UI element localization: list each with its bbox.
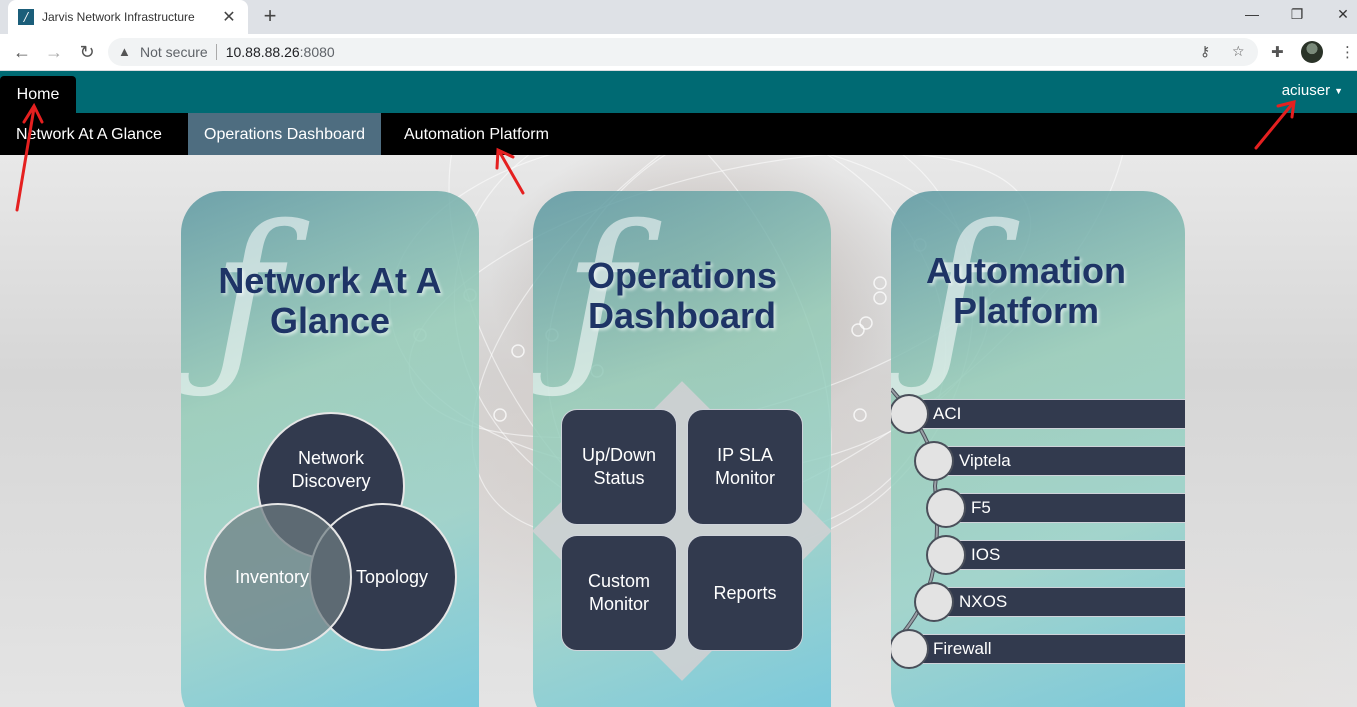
maximize-button[interactable]: ❐	[1285, 6, 1309, 23]
tile-label: Monitor	[588, 594, 649, 614]
tile-ip-sla-monitor[interactable]: IP SLA Monitor	[687, 409, 803, 525]
automation-item-f5[interactable]: F5	[946, 493, 1185, 523]
nav-operations-dashboard[interactable]: Operations Dashboard	[188, 113, 381, 155]
title-line-2: Platform	[952, 290, 1100, 331]
tile-label: IP SLA	[717, 445, 773, 465]
tile-label: Reports	[713, 582, 777, 603]
app-header	[0, 71, 1357, 113]
card-automation-platform[interactable]: ƒ Automation Platform ACI Viptela F5 IOS…	[891, 191, 1185, 707]
tab-close-icon[interactable]: ✕	[220, 7, 238, 27]
title-line-1: Automation	[926, 250, 1126, 291]
automation-item-viptela[interactable]: Viptela	[934, 446, 1185, 476]
card-network-at-a-glance[interactable]: ƒ Network At A Glance Network Discovery …	[181, 191, 479, 707]
profile-avatar[interactable]	[1301, 41, 1323, 63]
tile-label: Status	[593, 468, 645, 488]
bullet-circle-icon	[914, 582, 954, 622]
user-name: aciuser	[1281, 82, 1331, 99]
close-window-button[interactable]: ✕	[1331, 6, 1355, 23]
title-line-2: Glance	[269, 300, 391, 341]
minimize-button[interactable]: —	[1240, 6, 1264, 22]
star-icon[interactable]: ☆	[1232, 43, 1245, 60]
venn-label: Topology	[355, 566, 429, 587]
automation-item-aci[interactable]: ACI	[909, 399, 1185, 429]
forward-arrow-icon[interactable]: →	[42, 40, 66, 64]
venn-label: Inventory	[234, 566, 310, 587]
automation-item-firewall[interactable]: Firewall	[909, 634, 1185, 664]
card-title-operations: Operations Dashboard	[533, 256, 831, 336]
title-line-1: Network At A	[218, 260, 442, 301]
card-title-network: Network At A Glance	[181, 261, 479, 341]
more-icon[interactable]: ⋮	[1340, 43, 1355, 61]
back-arrow-icon[interactable]: ←	[10, 40, 34, 64]
app-nav-bar: Network At A Glance Operations Dashboard…	[0, 113, 1357, 155]
browser-toolbar: ← → ↻ ▲ Not secure 10.88.88.26:8080 ⚷ ☆ …	[0, 34, 1357, 71]
nav-network-at-a-glance[interactable]: Network At A Glance	[0, 113, 178, 155]
reload-icon[interactable]: ↻	[75, 40, 99, 64]
automation-item-label: Viptela	[959, 451, 1011, 470]
jarvis-favicon-icon: /	[18, 9, 34, 25]
tile-label: Custom	[587, 571, 650, 591]
bullet-circle-icon	[926, 488, 966, 528]
url-host: 10.88.88.26	[225, 44, 300, 60]
key-icon[interactable]: ⚷	[1200, 43, 1210, 60]
automation-item-label: Firewall	[933, 639, 992, 658]
browser-tab-strip: / Jarvis Network Infrastructure ✕ + — ❐ …	[0, 0, 1357, 34]
caret-down-icon: ▼	[1334, 86, 1343, 97]
automation-item-ios[interactable]: IOS	[946, 540, 1185, 570]
automation-item-label: ACI	[933, 404, 962, 423]
bullet-circle-icon	[914, 441, 954, 481]
tile-custom-monitor[interactable]: Custom Monitor	[561, 535, 677, 651]
warning-icon[interactable]: ▲	[118, 45, 132, 59]
venn-label: Network	[297, 448, 364, 468]
tile-label: Monitor	[714, 468, 776, 488]
url-port: :8080	[299, 44, 335, 60]
title-line-1: Operations	[586, 255, 778, 296]
address-bar[interactable]: ▲ Not secure 10.88.88.26:8080 ⚷ ☆	[108, 38, 1258, 66]
home-tab[interactable]: Home	[0, 76, 76, 113]
browser-tab[interactable]: / Jarvis Network Infrastructure ✕	[8, 0, 248, 34]
card-title-automation: Automation Platform	[891, 251, 1173, 331]
hero-background: ƒ Network At A Glance Network Discovery …	[0, 155, 1357, 707]
card-operations-dashboard[interactable]: ƒ Operations Dashboard Up/Down Status IP …	[533, 191, 831, 707]
extensions-icon[interactable]: ✚	[1271, 43, 1284, 61]
address-separator	[215, 44, 217, 60]
tile-reports[interactable]: Reports	[687, 535, 803, 651]
automation-item-nxos[interactable]: NXOS	[934, 587, 1185, 617]
tab-title: Jarvis Network Infrastructure	[42, 10, 195, 24]
automation-item-label: F5	[971, 498, 991, 517]
nav-automation-platform[interactable]: Automation Platform	[388, 113, 565, 155]
automation-item-label: NXOS	[959, 592, 1008, 611]
tile-up-down-status[interactable]: Up/Down Status	[561, 409, 677, 525]
tile-label: Up/Down	[581, 445, 657, 465]
venn-inventory[interactable]: Inventory	[204, 503, 352, 651]
user-menu[interactable]: aciuser ▼	[1282, 82, 1343, 99]
security-label[interactable]: Not secure	[140, 44, 208, 60]
new-tab-button[interactable]: +	[258, 4, 282, 28]
automation-item-label: IOS	[971, 545, 1001, 564]
title-line-2: Dashboard	[587, 295, 777, 336]
bullet-circle-icon	[926, 535, 966, 575]
venn-label: Discovery	[291, 471, 371, 491]
